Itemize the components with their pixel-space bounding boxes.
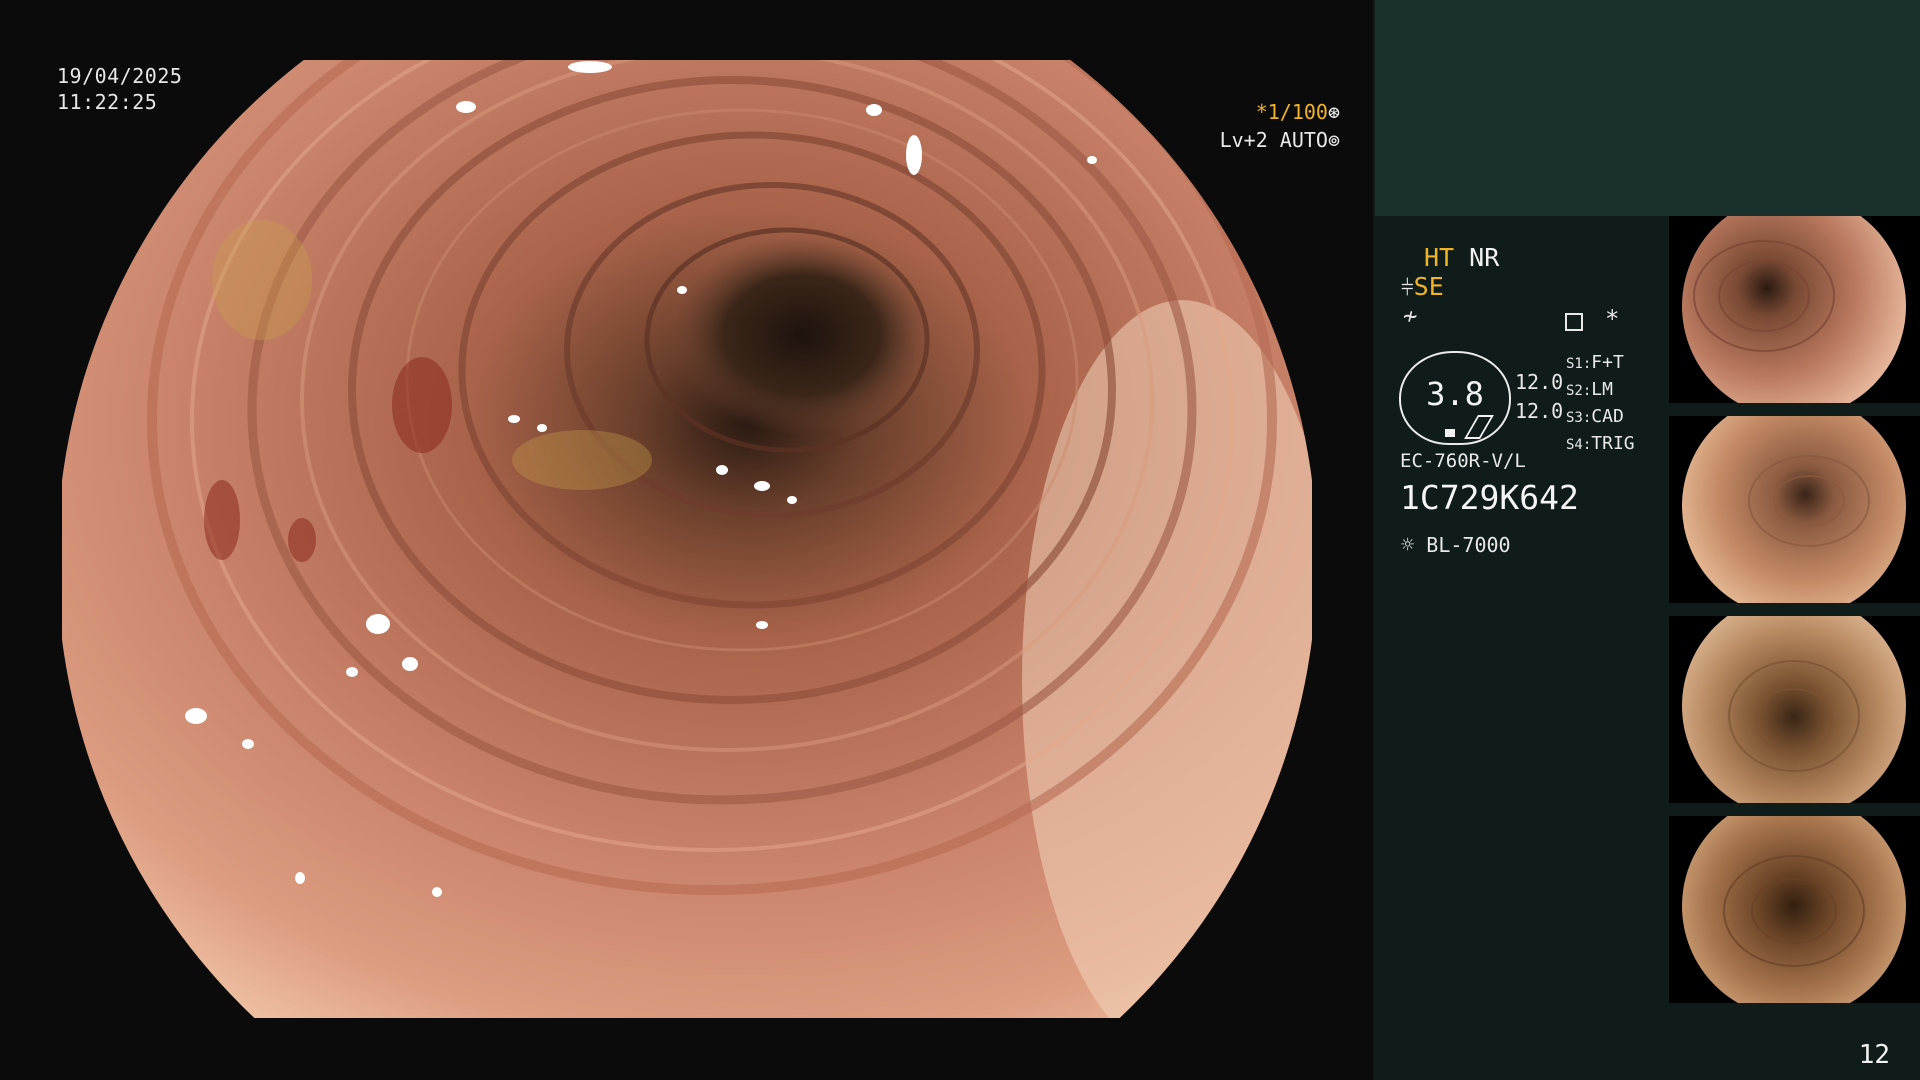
scope-switch-s3: S3:CAD	[1566, 406, 1624, 427]
mode-se-label: SE	[1413, 272, 1444, 301]
capture-thumbnail[interactable]	[1669, 816, 1920, 1003]
scope-serial: 1C729K642	[1400, 478, 1579, 517]
settings-row: *	[1565, 305, 1620, 333]
scope-switch-list: S1:F+T S2:LM S3:CAD S4:TRIG	[1566, 350, 1635, 458]
time-label: 11:22:25	[57, 90, 158, 114]
memory-icon	[1565, 312, 1583, 331]
thumbnail-image	[1682, 216, 1906, 403]
iris-icon: ⊚	[1327, 128, 1340, 152]
mode-nr-label: NR	[1469, 243, 1500, 272]
value-1: 12.0	[1515, 370, 1564, 394]
panel-header-area	[1375, 0, 1920, 216]
thumbnail-image	[1682, 616, 1906, 803]
focus-marker-icon	[1445, 429, 1455, 437]
focus-needle-icon	[1464, 415, 1494, 439]
asterisk-marker: *	[1605, 305, 1620, 333]
level-indicator: Lv+2 AUTO⊚	[1220, 128, 1340, 152]
light-source-icon: ☼	[1401, 533, 1415, 558]
focus-gauge: 3.8	[1399, 351, 1511, 445]
capture-thumbnail[interactable]	[1669, 416, 1920, 603]
zoom-label: *1/100	[1255, 100, 1328, 124]
capture-thumbnail[interactable]	[1669, 216, 1920, 403]
endoscopy-main-view: 19/04/2025 11:22:25 *1/100⊛ Lv+2 AUTO⊚	[0, 0, 1372, 1080]
date-label: 19/04/2025	[57, 64, 183, 88]
endoscopic-image	[62, 60, 1312, 1018]
color-enhance-icon: ≁	[1403, 302, 1418, 330]
mode-ht-label: HT	[1424, 243, 1455, 272]
status-side-panel: HT NR ⫩SE ≁ * 3.8 12.0 12.0 S1:F+T S2:LM…	[1373, 0, 1920, 1080]
light-source-row: ☼ BL-7000	[1401, 533, 1511, 558]
scope-switch-s1: S1:F+T	[1566, 352, 1624, 373]
scope-switch-s4: S4:TRIG	[1566, 433, 1635, 454]
scope-model: EC-760R-V/L	[1400, 450, 1526, 472]
level-label: Lv+2 AUTO	[1219, 128, 1328, 152]
se-row: ⫩SE	[1401, 272, 1444, 301]
capture-thumbnail[interactable]	[1669, 616, 1920, 803]
light-source-label: BL-7000	[1426, 533, 1511, 557]
value-2: 12.0	[1515, 399, 1564, 423]
thumbnail-image	[1682, 816, 1906, 1003]
page-number: 12	[1858, 1040, 1890, 1070]
mode-row: HT NR	[1424, 243, 1499, 272]
shutter-icon: ⊛	[1327, 100, 1340, 124]
zoom-indicator: *1/100⊛	[1256, 100, 1340, 124]
scope-switch-s2: S2:LM	[1566, 379, 1613, 400]
structure-enhance-icon: ⫩	[1401, 276, 1414, 301]
focus-value: 3.8	[1426, 375, 1484, 413]
thumbnail-image	[1682, 416, 1906, 603]
